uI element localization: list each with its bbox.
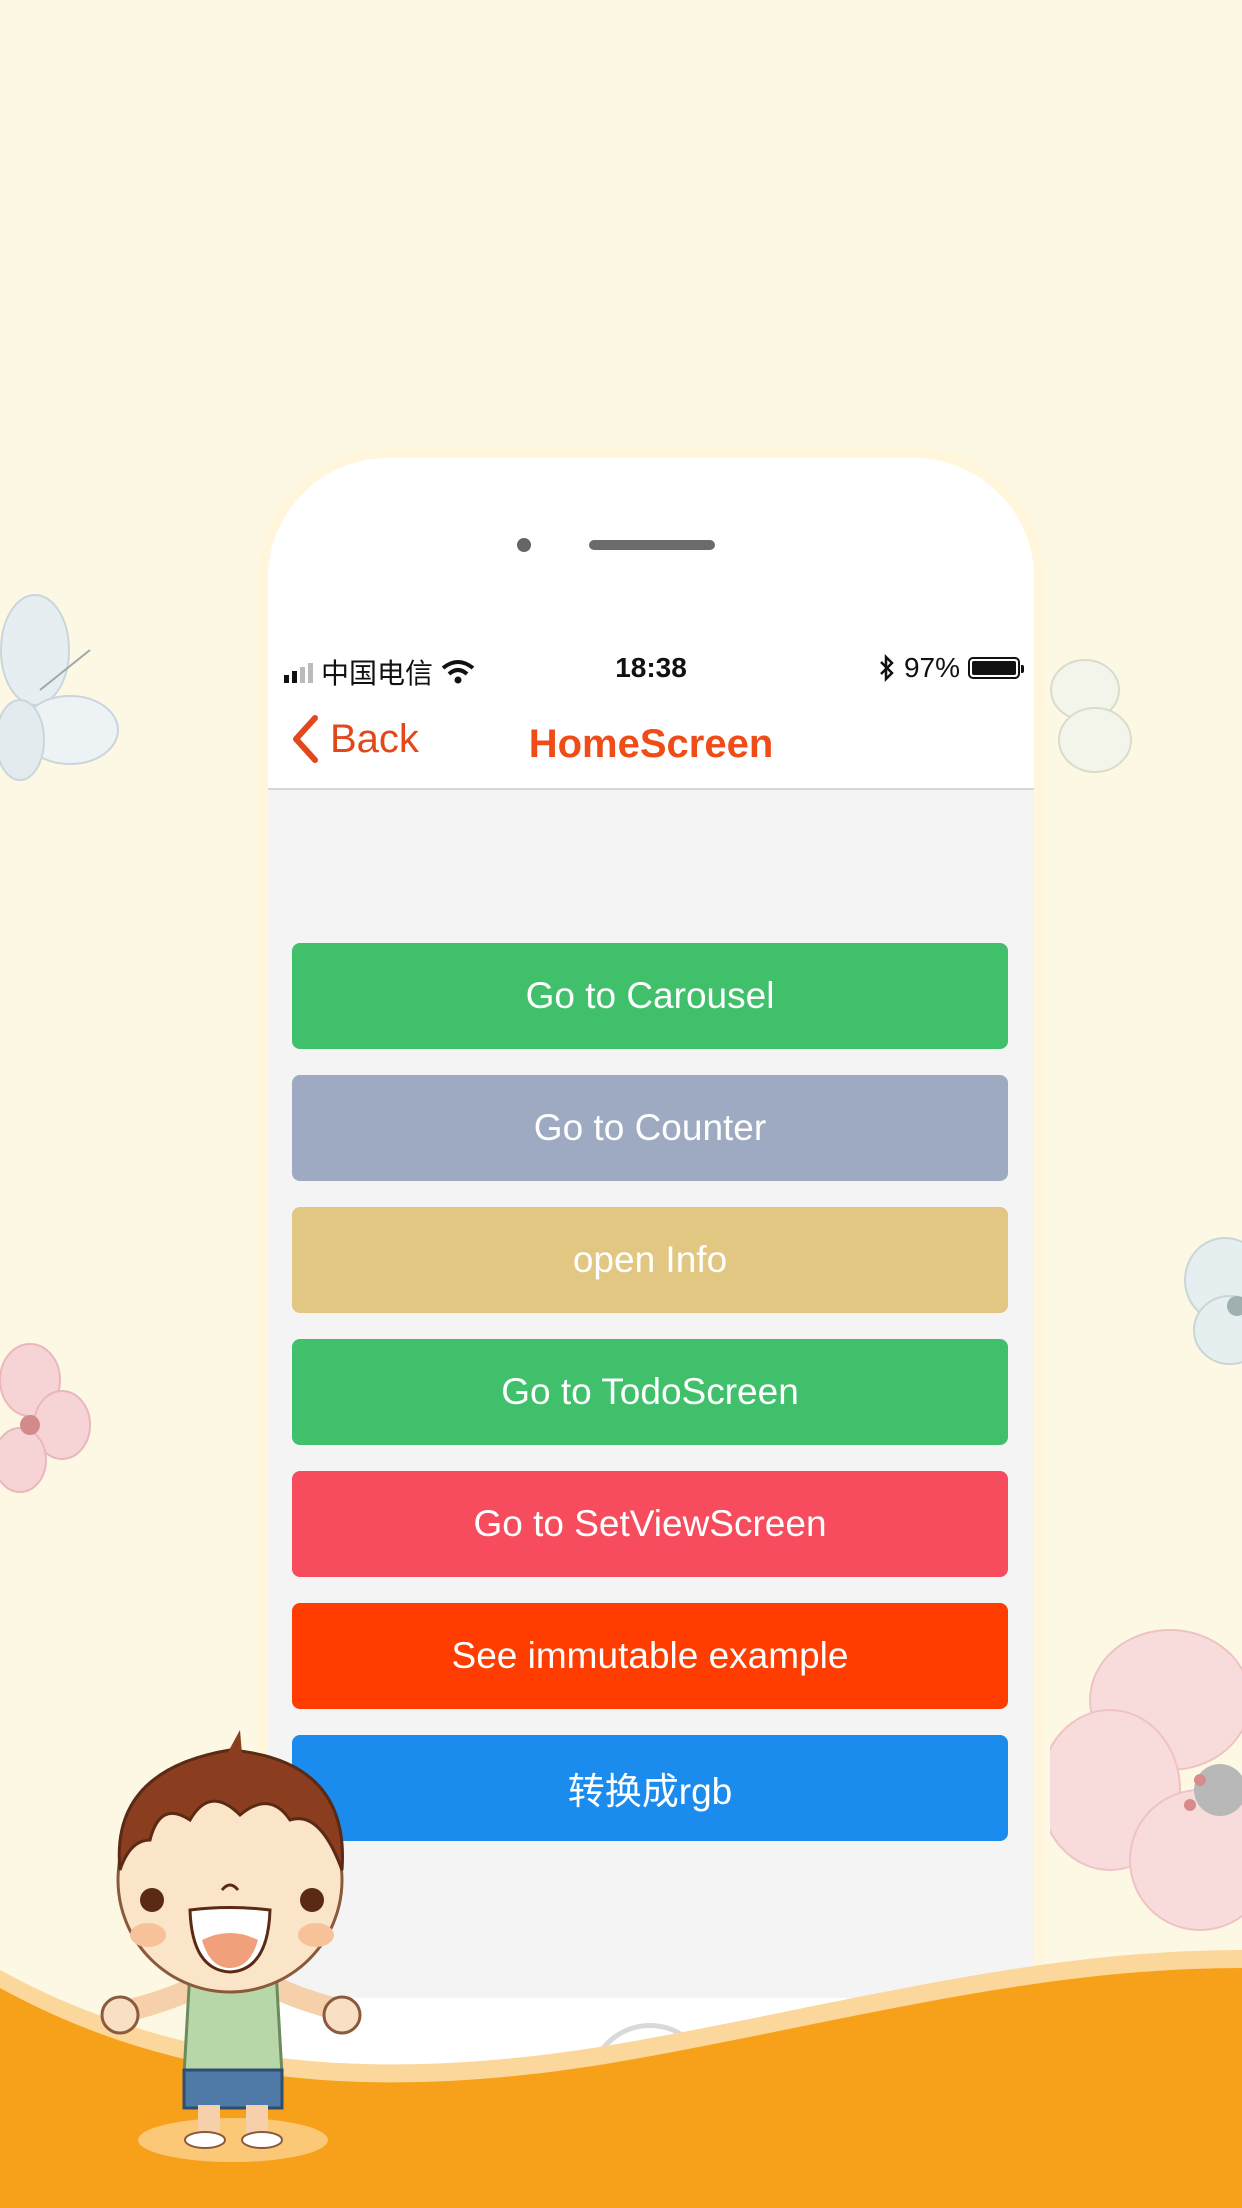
battery-percent: 97%: [903, 652, 960, 683]
open-info-button[interactable]: open Info: [292, 1207, 1008, 1313]
butterfly-left-decoration: [0, 594, 119, 781]
go-to-todo-screen-button[interactable]: Go to TodoScreen: [292, 1339, 1008, 1445]
flower-right-bottom-decoration: [1050, 1629, 1242, 1931]
cartoon-boy-illustration: [100, 1730, 362, 2162]
flower-right-mid-decoration: [1184, 1237, 1242, 1365]
go-to-counter-button[interactable]: Go to Counter: [292, 1075, 1008, 1181]
page-title: HomeScreen: [528, 722, 774, 766]
front-camera: [517, 538, 531, 552]
phone-mockup: 中国电信 18:38 97% Back HomeScreen Go to Car…: [268, 458, 1034, 2158]
flower-right-top-decoration: [1050, 659, 1132, 773]
battery-icon: [968, 657, 1024, 679]
see-immutable-example-button[interactable]: See immutable example: [292, 1603, 1008, 1709]
navigation-bar: Back HomeScreen: [268, 698, 1034, 790]
app-screen: 中国电信 18:38 97% Back HomeScreen Go to Car…: [268, 638, 1034, 1998]
flower-left-decoration: [0, 1343, 91, 1493]
status-bar: 中国电信 18:38 97%: [268, 638, 1034, 698]
button-list: Go to Carousel Go to Counter open Info G…: [292, 943, 1008, 1867]
go-to-carousel-button[interactable]: Go to Carousel: [292, 943, 1008, 1049]
go-to-setview-screen-button[interactable]: Go to SetViewScreen: [292, 1471, 1008, 1577]
earpiece-speaker: [589, 540, 715, 550]
convert-to-rgb-button[interactable]: 转换成rgb: [292, 1735, 1008, 1841]
bluetooth-icon: [880, 654, 894, 682]
